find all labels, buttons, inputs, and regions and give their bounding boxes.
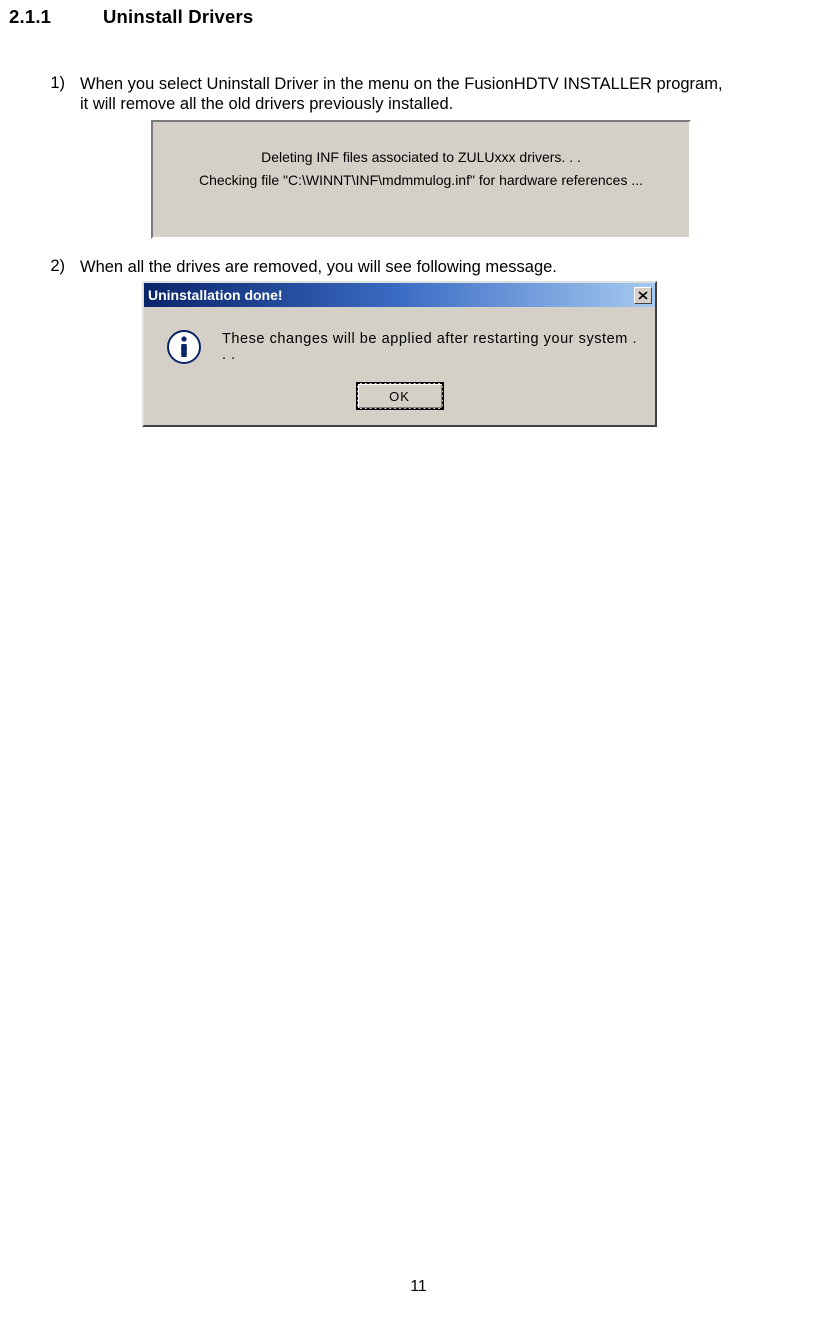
item-number: 2) (38, 257, 65, 276)
close-icon (638, 291, 648, 300)
info-icon (166, 329, 202, 365)
dialog-message: These changes will be applied after rest… (222, 331, 639, 363)
item-text: When all the drives are removed, you wil… (80, 257, 837, 277)
section-number: 2.1.1 (9, 6, 103, 28)
item-text: When you select Uninstall Driver in the … (80, 74, 837, 114)
ok-button[interactable]: OK (357, 383, 443, 409)
section-heading: 2.1.1Uninstall Drivers (0, 6, 837, 28)
progress-panel: Deleting INF files associated to ZULUxxx… (151, 120, 691, 239)
list-item: 1) When you select Uninstall Driver in t… (38, 74, 837, 239)
item-number: 1) (38, 74, 65, 93)
dialog-title: Uninstallation done! (148, 287, 634, 303)
progress-line-1: Deleting INF files associated to ZULUxxx… (153, 146, 689, 168)
close-button[interactable] (634, 287, 652, 304)
section-title: Uninstall Drivers (103, 6, 253, 27)
page-number: 11 (0, 1278, 837, 1296)
list-item: 2) When all the drives are removed, you … (38, 257, 837, 427)
dialog-titlebar: Uninstallation done! (144, 283, 655, 307)
progress-line-2: Checking file "C:\WINNT\INF\mdmmulog.inf… (153, 169, 689, 191)
message-dialog: Uninstallation done! (142, 281, 657, 427)
